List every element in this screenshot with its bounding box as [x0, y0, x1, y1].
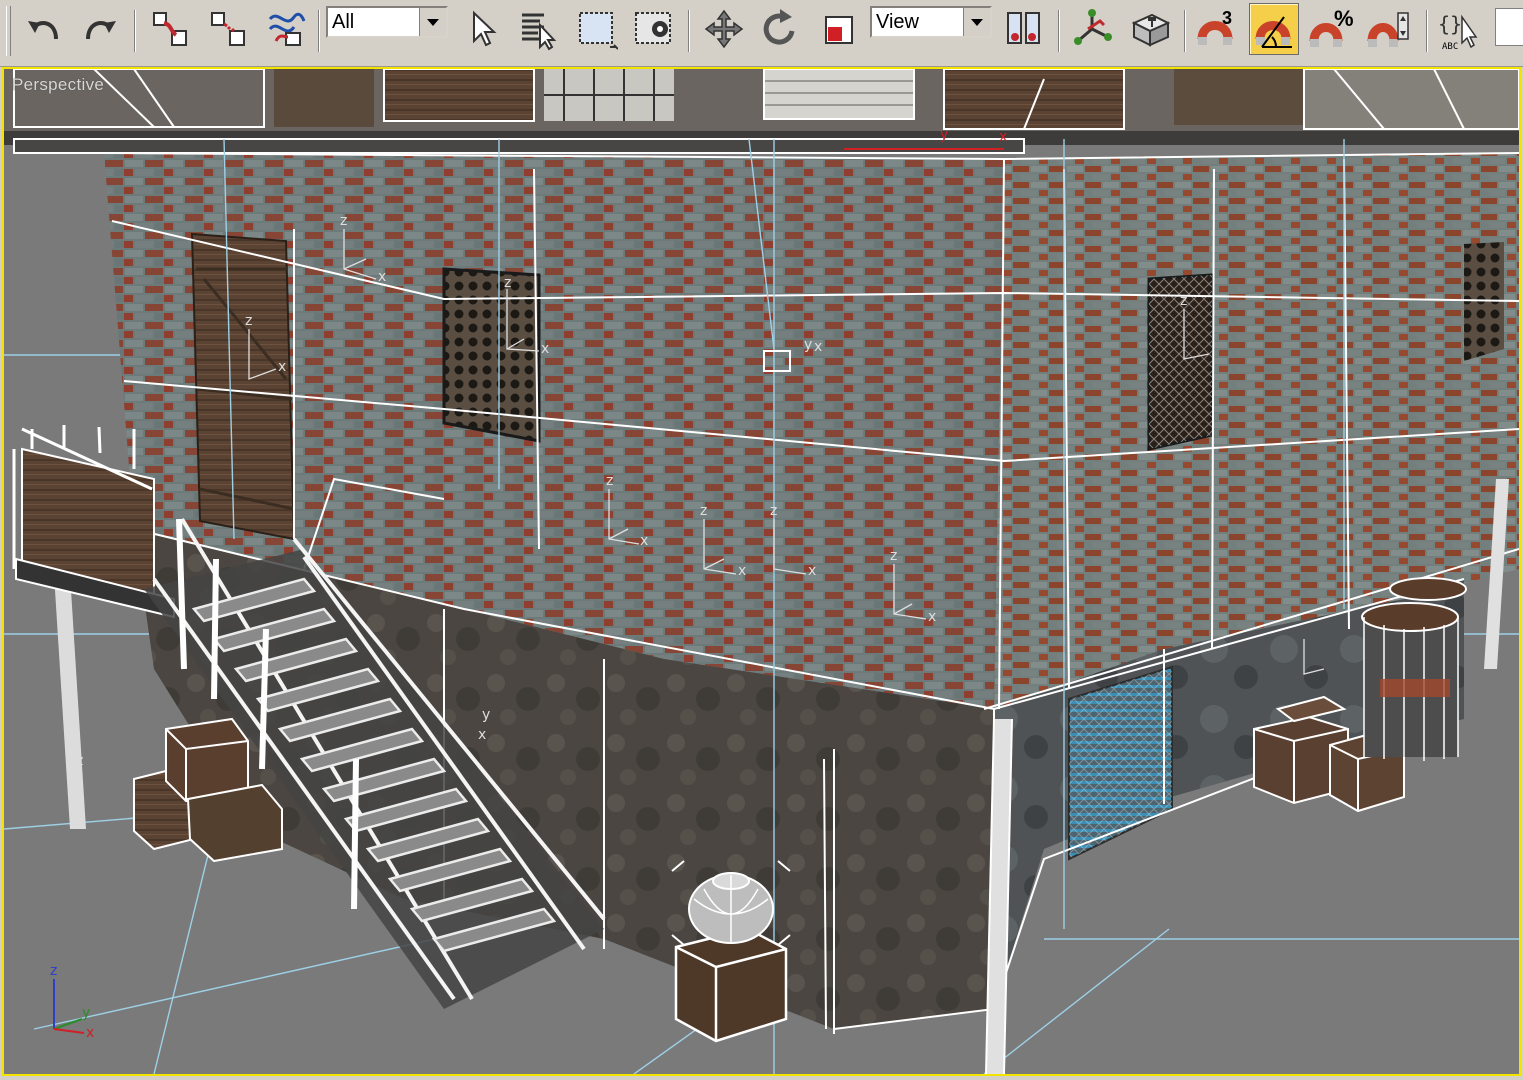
- svg-text:x: x: [478, 727, 486, 743]
- rectangular-selection-region-button[interactable]: [572, 4, 620, 54]
- select-by-name-icon: [522, 13, 557, 51]
- svg-text:z: z: [1180, 293, 1187, 309]
- undo-icon: [28, 21, 58, 40]
- select-and-rotate-icon: [763, 9, 795, 45]
- select-and-move-icon: [704, 9, 744, 49]
- select-and-manipulate-icon: [1074, 9, 1112, 45]
- percent-snap-label: %: [1334, 6, 1354, 31]
- named-selection-caption: ABC: [1442, 42, 1459, 52]
- select-object-button[interactable]: [458, 4, 506, 54]
- toolbar-separator: [1184, 10, 1186, 52]
- svg-text:x: x: [814, 339, 822, 355]
- svg-text:x: x: [278, 359, 286, 375]
- select-and-manipulate-button[interactable]: [1068, 4, 1116, 54]
- svg-text:x: x: [808, 563, 816, 579]
- bind-to-space-warp-icon: [268, 12, 306, 46]
- rectangular-selection-region-icon: [579, 12, 618, 50]
- reference-coordinate-value: View: [876, 11, 919, 33]
- axis-y-label: y: [82, 1005, 90, 1021]
- unlink-selection-icon: [211, 12, 245, 46]
- select-and-scale-icon: [825, 16, 853, 44]
- svg-text:{}: {}: [1438, 12, 1462, 36]
- select-and-link-button[interactable]: [146, 4, 194, 54]
- unlink-selection-button[interactable]: [204, 4, 252, 54]
- toolbar-separator: [1426, 10, 1428, 52]
- snap-dimension-label: 3: [1222, 8, 1233, 28]
- chevron-down-icon[interactable]: [419, 8, 446, 36]
- svg-text:x: x: [378, 269, 386, 285]
- angle-snap-button[interactable]: [1249, 3, 1299, 55]
- svg-text:y: y: [940, 127, 948, 143]
- select-and-link-icon: [153, 12, 187, 46]
- svg-text:x: x: [999, 129, 1007, 145]
- svg-text:z: z: [770, 503, 777, 519]
- svg-text:z: z: [700, 503, 707, 519]
- window-crossing-icon: [635, 12, 671, 44]
- redo-button[interactable]: [76, 4, 124, 54]
- axis-z-label: z: [50, 963, 57, 979]
- redo-icon: [86, 21, 116, 40]
- select-object-icon: [473, 10, 497, 47]
- selection-filter-value: All: [332, 11, 355, 33]
- main-toolbar: All View 3 % {} ABC: [0, 0, 1523, 67]
- viewport-scene[interactable]: z x z x y x z x z x z x z x z x z y x y …: [4, 69, 1519, 1074]
- reference-coordinate-dropdown[interactable]: View: [870, 6, 992, 38]
- keyboard-shortcut-override-icon: [1131, 13, 1171, 47]
- svg-text:y: y: [482, 707, 490, 723]
- status-strip: [0, 1076, 1523, 1080]
- select-and-rotate-button[interactable]: [756, 4, 804, 54]
- rooftop-props[interactable]: [4, 69, 1519, 154]
- svg-text:x: x: [928, 609, 936, 625]
- svg-text:z: z: [890, 548, 897, 564]
- angle-snap-icon: [1255, 16, 1292, 48]
- spinner-snap-icon: [1367, 12, 1409, 47]
- svg-text:y: y: [804, 337, 812, 353]
- viewport-label[interactable]: Perspective: [12, 75, 104, 95]
- toolbar-grip[interactable]: [6, 6, 11, 56]
- axis-x-label: x: [86, 1025, 94, 1041]
- svg-text:z: z: [245, 313, 252, 329]
- svg-text:x: x: [541, 341, 549, 357]
- keyboard-shortcut-override-button[interactable]: [1126, 4, 1174, 54]
- snaps-toggle-button[interactable]: [1192, 4, 1240, 54]
- svg-text:x: x: [640, 533, 648, 549]
- selection-filter-dropdown[interactable]: All: [326, 6, 448, 38]
- svg-text:z: z: [340, 213, 347, 229]
- svg-text:z: z: [606, 473, 613, 489]
- spinner-snap-button[interactable]: [1364, 4, 1412, 54]
- named-selection-field[interactable]: [1495, 8, 1523, 46]
- chevron-down-icon[interactable]: [963, 8, 990, 36]
- toolbar-separator: [134, 10, 136, 52]
- undo-button[interactable]: [20, 4, 68, 54]
- use-pivot-center-icon: [1007, 12, 1040, 44]
- select-and-scale-button[interactable]: [814, 4, 862, 54]
- bind-to-space-warp-button[interactable]: [262, 4, 310, 54]
- perspective-viewport[interactable]: z x z x y x z x z x z x z x z x z y x y …: [2, 67, 1521, 1076]
- select-and-move-button[interactable]: [700, 4, 748, 54]
- axis-tripod: z y x: [50, 963, 94, 1041]
- toolbar-separator: [1058, 10, 1060, 52]
- window-crossing-button[interactable]: [630, 4, 678, 54]
- toolbar-separator: [688, 10, 690, 52]
- svg-text:x: x: [738, 563, 746, 579]
- use-pivot-center-button[interactable]: [1000, 4, 1048, 54]
- toolbar-separator: [318, 10, 320, 52]
- svg-text:z: z: [504, 275, 511, 291]
- select-by-name-button[interactable]: [514, 4, 562, 54]
